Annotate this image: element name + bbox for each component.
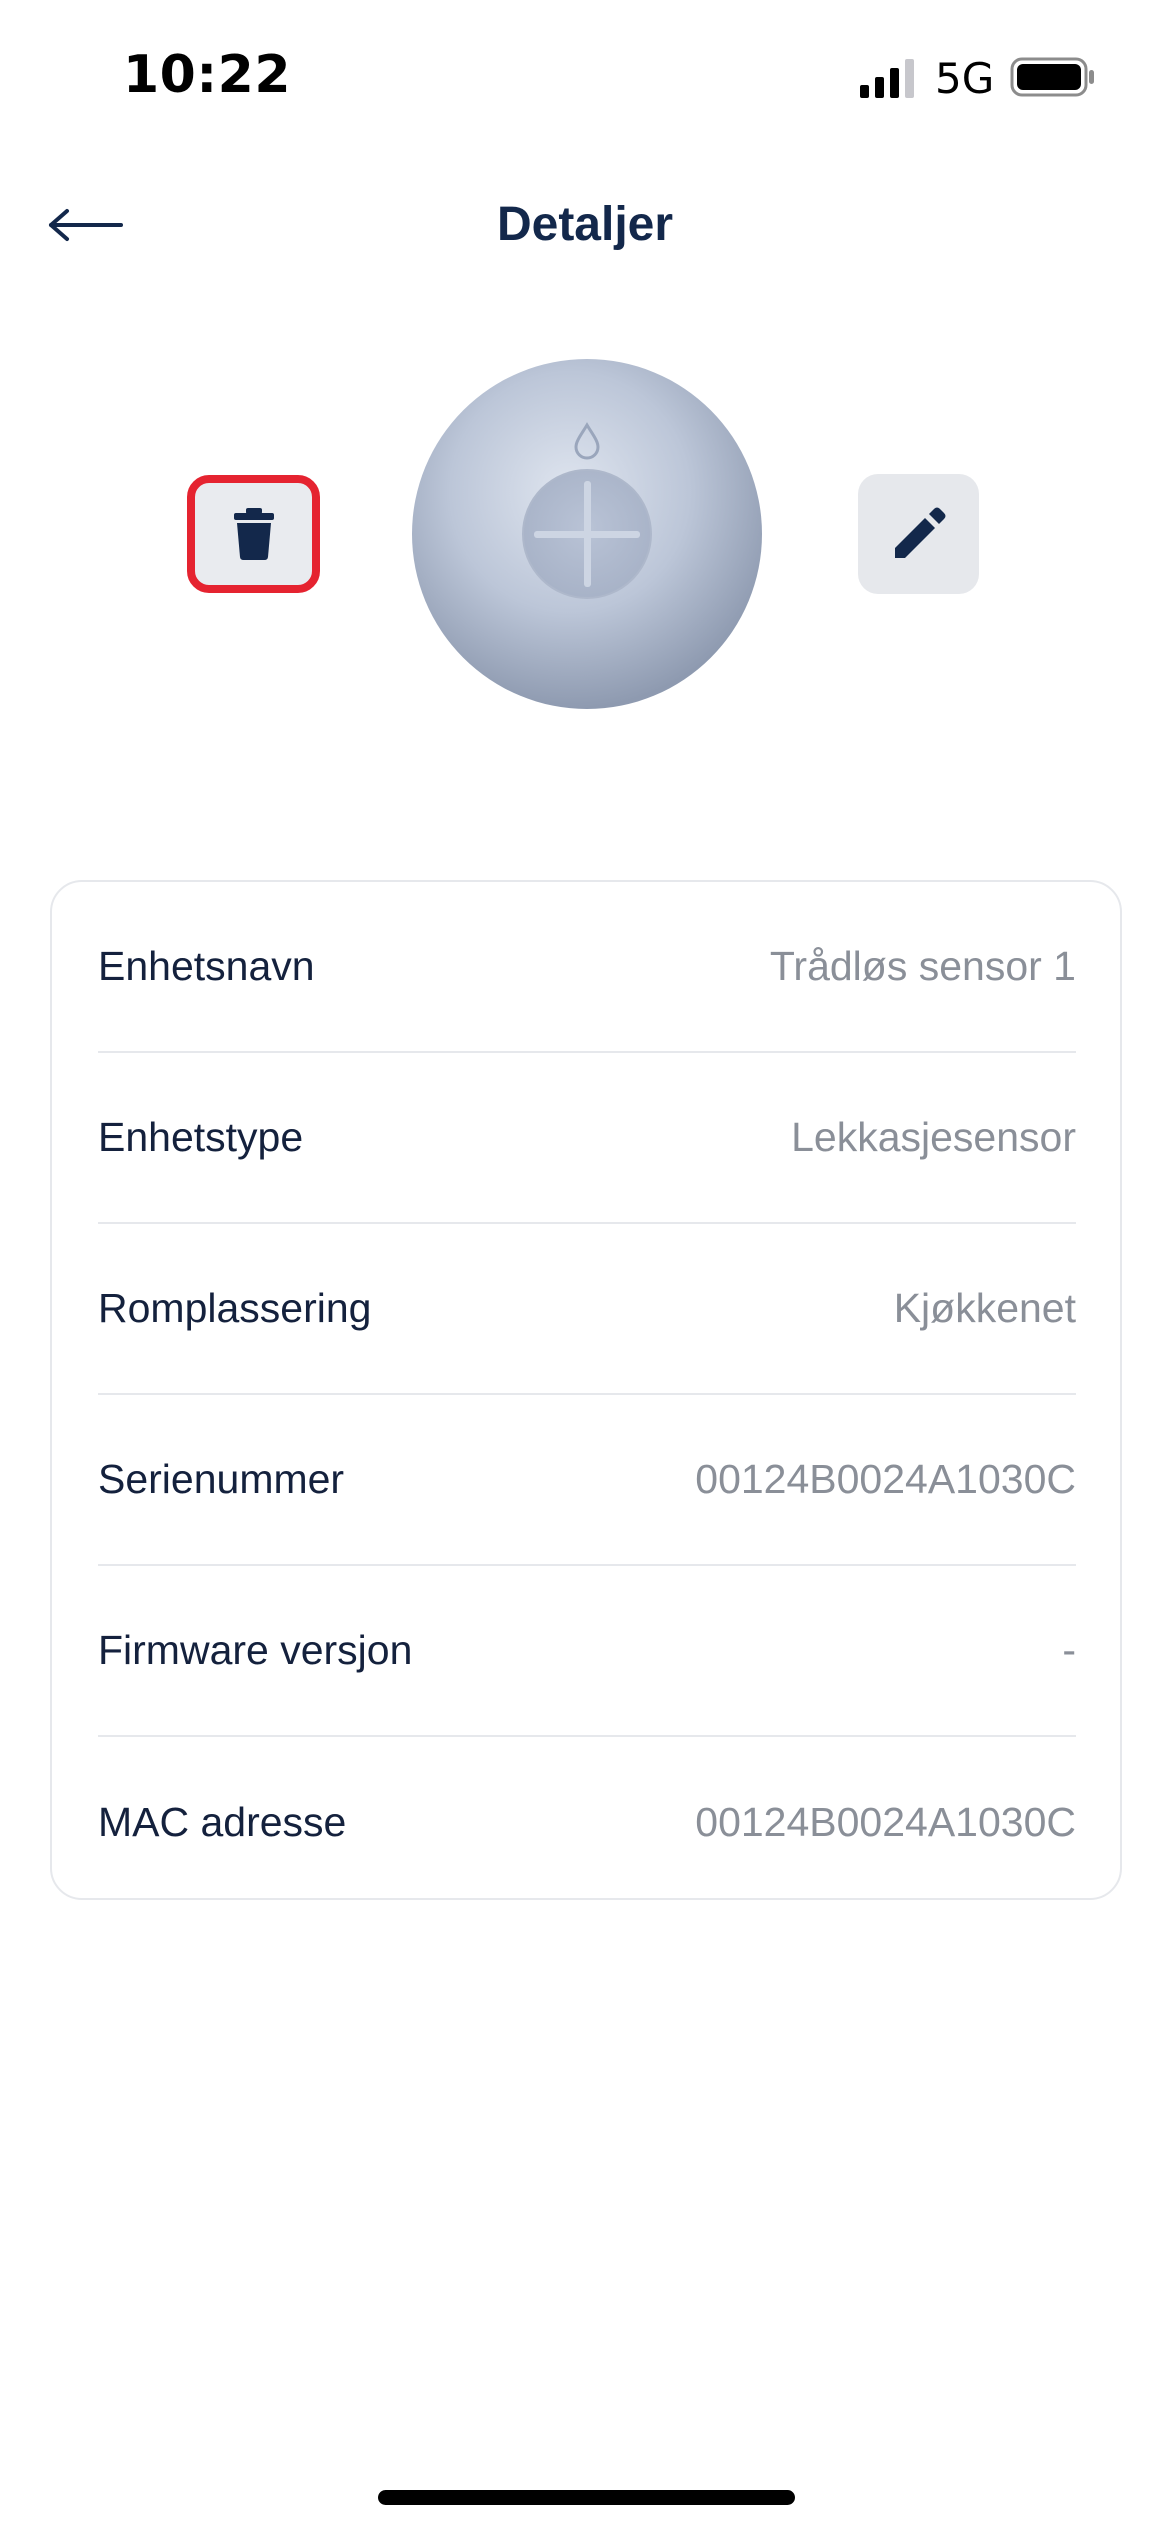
detail-row-device-type: Enhetstype Lekkasjesensor	[98, 1053, 1076, 1224]
detail-value: -	[1062, 1627, 1076, 1673]
detail-value: Trådløs sensor 1	[769, 943, 1076, 989]
cellular-signal-icon	[860, 59, 914, 98]
trash-icon	[233, 508, 274, 560]
pencil-icon	[894, 507, 945, 558]
leak-sensor-image	[412, 359, 762, 709]
detail-value: 00124B0024A1030C	[695, 1456, 1076, 1502]
network-label: 5G	[935, 54, 995, 103]
edit-device-button[interactable]	[858, 474, 979, 594]
delete-device-button[interactable]	[187, 475, 320, 593]
detail-row-mac-address: MAC adresse 00124B0024A1030C	[98, 1737, 1076, 1908]
detail-row-serial-number: Serienummer 00124B0024A1030C	[98, 1395, 1076, 1566]
detail-label: Firmware versjon	[98, 1627, 413, 1673]
detail-row-firmware-version: Firmware versjon -	[98, 1566, 1076, 1737]
detail-label: MAC adresse	[98, 1799, 347, 1845]
battery-icon	[1010, 57, 1094, 97]
detail-label: Enhetsnavn	[98, 943, 315, 989]
detail-row-room: Romplassering Kjøkkenet	[98, 1224, 1076, 1395]
detail-label: Enhetstype	[98, 1114, 304, 1160]
detail-value: Lekkasjesensor	[791, 1114, 1076, 1160]
page-title: Detaljer	[496, 198, 674, 251]
detail-label: Romplassering	[98, 1285, 372, 1331]
status-time: 10:22	[123, 45, 292, 105]
detail-value: 00124B0024A1030C	[695, 1799, 1076, 1845]
detail-row-device-name: Enhetsnavn Trådløs sensor 1	[98, 882, 1076, 1053]
detail-label: Serienummer	[98, 1456, 345, 1502]
device-details-card: Enhetsnavn Trådløs sensor 1 Enhetstype L…	[50, 880, 1122, 1900]
status-bar: 10:22 5G	[0, 0, 1170, 150]
home-indicator[interactable]	[378, 2490, 795, 2505]
detail-value: Kjøkkenet	[893, 1285, 1076, 1331]
